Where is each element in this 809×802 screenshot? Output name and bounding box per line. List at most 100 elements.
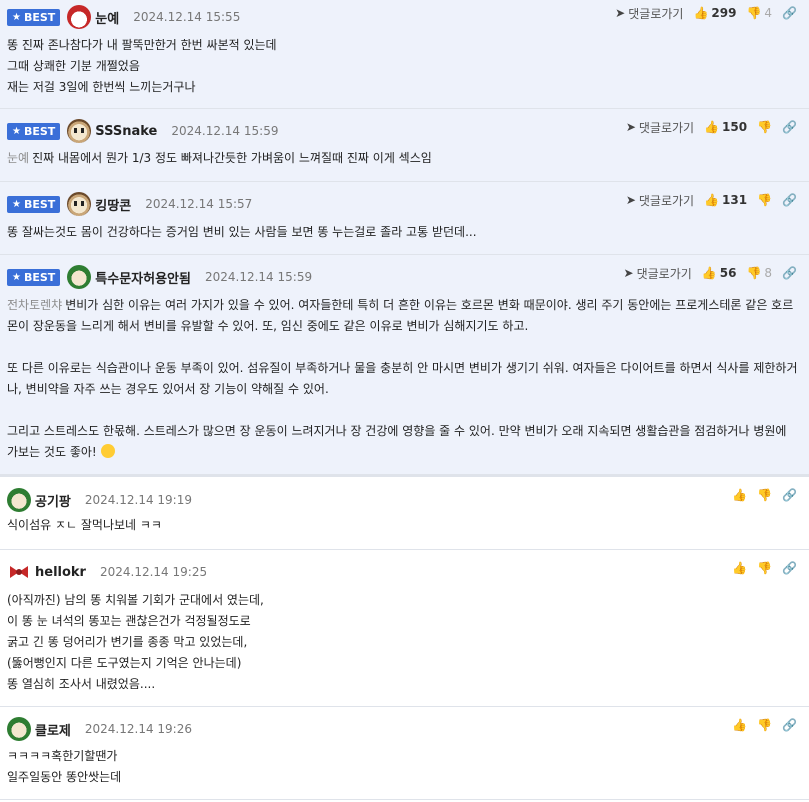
mention[interactable]: 눈예 [7,151,29,165]
dislike-button[interactable]: 👎 4 [746,6,772,20]
avatar[interactable] [7,560,31,584]
thumbs-up-icon: 👍 [701,266,717,280]
nickname[interactable]: 공기팡 [35,491,71,510]
comment-line: 전차토렌챠 변비가 심한 이유는 여러 가지가 있을 수 있어. 여자들한테 특히… [7,295,801,316]
comment-actions: 👍 👎 🔗 [732,557,797,579]
nickname[interactable]: hellokr [35,565,86,580]
like-button[interactable]: 👍 56 [702,266,737,280]
avatar[interactable] [67,5,92,29]
dislike-button[interactable]: 👎 [757,120,772,134]
like-button[interactable]: 👍 [732,561,747,575]
best-label: BEST [23,124,56,138]
share-button[interactable]: 🔗 [782,718,797,732]
reply-link[interactable]: ➤ 댓글로가기 [615,5,683,22]
send-arrow-icon: ➤ [623,266,634,280]
send-arrow-icon: ➤ [625,120,636,134]
comment-line: 눈예 진짜 내몸에서 뭔가 1/3 정도 빠져나간듯한 가벼움이 느껴질때 진짜 … [7,148,801,169]
comment-actions: ➤ 댓글로가기 👍 150 👎 🔗 [626,116,797,138]
dislike-button[interactable]: 👎 [757,561,772,575]
share-button[interactable]: 🔗 [782,6,797,20]
nickname[interactable]: 클로제 [35,720,71,739]
like-button[interactable]: 👍 150 [704,120,747,134]
comment-actions: 👍 👎 🔗 [732,484,797,506]
mention[interactable]: 전차토렌챠 [7,298,62,312]
comment-item: 클로제 2024.12.14 19:26 👍 👎 🔗 ㅋㅋㅋㅋ혹한기할땐가 일주… [0,707,809,800]
thumbs-up-icon: 👍 [732,488,748,502]
reply-label: 댓글로가기 [628,6,684,21]
nickname[interactable]: SSSnake [95,124,157,139]
comment-body: (아직까진) 남의 똥 치워볼 기회가 군대에서 였는데, 이 똥 눈 녀석의 … [7,590,801,695]
reply-label: 댓글로가기 [638,193,695,208]
best-badge: ★ BEST [7,268,61,286]
comment-body: 전차토렌챠 변비가 심한 이유는 여러 가지가 있을 수 있어. 여자들한테 특히… [7,295,801,463]
comment-header: ★ BEST 킹땅콘 2024.12.14 15:57 [7,191,252,217]
comment-line: 일주일동안 똥안쌋는데 [7,770,122,784]
comment-header: ★ BEST 특수문자허용안됨 2024.12.14 15:59 [7,264,312,290]
thumbs-up-icon: 👍 [704,120,720,134]
comment-line: 이 똥 눈 녀석의 똥꼬는 괜찮은건가 걱정될정도로 [7,614,251,628]
comment-item: ★ BEST 킹땅콘 2024.12.14 15:57 ➤ 댓글로가기 👍 13… [0,182,809,255]
share-button[interactable]: 🔗 [782,488,797,502]
avatar[interactable] [67,265,92,289]
star-icon: ★ [12,125,21,137]
thumbs-down-icon: 👎 [757,561,773,575]
comment-body: ㅋㅋㅋㅋ혹한기할땐가 일주일동안 똥안쌋는데 [7,746,801,788]
comment-line: 그때 상쾌한 기분 개쩔었음 [7,59,140,73]
comment-header: hellokr 2024.12.14 19:25 [7,559,207,585]
reply-link[interactable]: ➤ 댓글로가기 [624,265,692,282]
like-count: 56 [719,266,737,280]
thumbs-up-icon: 👍 [704,193,720,207]
thumbs-down-icon: 👎 [757,718,773,732]
nickname[interactable]: 눈예 [95,8,119,27]
share-button[interactable]: 🔗 [782,561,797,575]
comment-text: 변비가 심한 이유는 여러 가지가 있을 수 있어. 여자들한테 특히 더 흔한… [65,298,794,312]
nickname[interactable]: 킹땅콘 [95,195,131,214]
avatar[interactable] [7,717,31,741]
comment-date: 2024.12.14 15:59 [204,270,313,284]
avatar[interactable] [67,192,92,216]
best-label: BEST [23,10,56,24]
reply-link[interactable]: ➤ 댓글로가기 [626,192,694,209]
comment-line: (뚫어뻥인지 다른 도구였는지 기억은 안나는데) [7,656,242,670]
share-button[interactable]: 🔗 [782,120,797,134]
like-count: 150 [722,120,748,134]
comment-text: 진짜 내몸에서 뭔가 1/3 정도 빠져나간듯한 가벼움이 느껴질때 진짜 이게… [32,151,432,165]
link-icon: 🔗 [782,488,797,502]
star-icon: ★ [12,198,21,210]
star-icon: ★ [12,11,21,23]
link-icon: 🔗 [782,718,797,732]
comment-line: 똥 잘싸는것도 몸이 건강하다는 증거임 변비 있는 사람들 보면 똥 누는걸로… [7,225,477,239]
comment-line: 똥 진짜 존나참다가 내 팔뚝만한거 한번 싸본적 있는데 [7,38,277,52]
like-button[interactable]: 👍 131 [704,193,747,207]
comment-item: ★ BEST 눈예 2024.12.14 15:55 ➤ 댓글로가기 👍 299… [0,0,809,109]
avatar[interactable] [67,119,92,143]
dislike-button[interactable]: 👎 8 [746,266,772,280]
comment-date: 2024.12.14 19:26 [84,722,192,736]
share-button[interactable]: 🔗 [782,193,797,207]
thumbs-down-icon: 👎 [746,266,762,280]
comment-line: 또 다른 이유로는 식습관이나 운동 부족이 있어. 섬유질이 부족하거나 물을… [7,361,798,375]
link-icon: 🔗 [782,120,797,134]
nickname[interactable]: 특수문자허용안됨 [95,268,191,287]
comment-date: 2024.12.14 15:59 [171,124,279,138]
comment-item: ★ BEST SSSnake 2024.12.14 15:59 ➤ 댓글로가기 … [0,109,809,182]
avatar[interactable] [7,488,31,512]
like-button[interactable]: 👍 299 [693,6,736,20]
share-button[interactable]: 🔗 [782,266,797,280]
comment-header: ★ BEST 눈예 2024.12.14 15:55 [7,4,240,30]
like-button[interactable]: 👍 [732,718,747,732]
dislike-button[interactable]: 👎 [757,488,772,502]
comment-line: 가보는 것도 좋아! [7,442,801,463]
like-count: 299 [711,6,737,20]
reply-label: 댓글로가기 [636,266,692,281]
comment-line: (아직까진) 남의 똥 치워볼 기회가 군대에서 였는데, [7,593,264,607]
send-arrow-icon: ➤ [625,193,636,207]
reply-link[interactable]: ➤ 댓글로가기 [626,119,694,136]
like-button[interactable]: 👍 [732,488,747,502]
thumbs-up-icon: 👍 [693,6,709,20]
dislike-button[interactable]: 👎 [757,718,772,732]
dislike-button[interactable]: 👎 [757,193,772,207]
star-icon: ★ [12,271,21,283]
